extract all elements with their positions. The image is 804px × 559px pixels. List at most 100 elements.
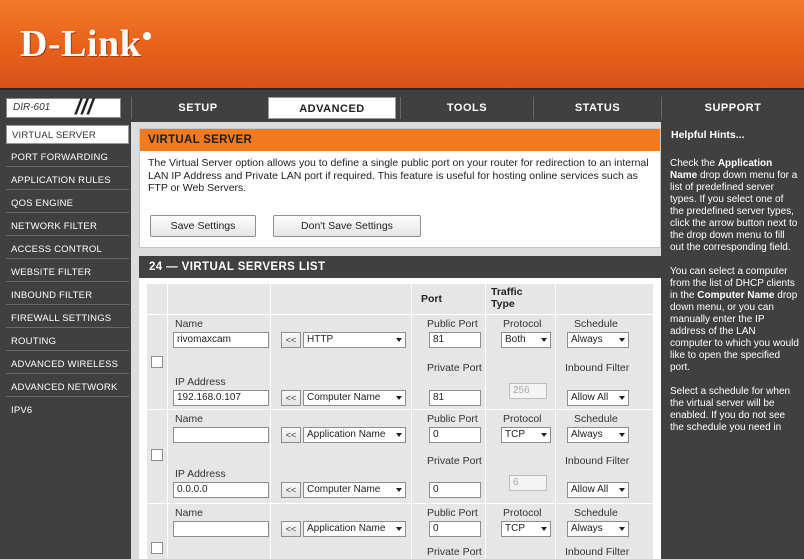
header-type: Type (491, 298, 515, 310)
schedule-label: Schedule (574, 507, 618, 519)
model-badge: DIR-601 /// (6, 94, 121, 119)
chevron-down-icon (541, 338, 547, 342)
inbound-filter-select[interactable]: Allow All (567, 482, 629, 498)
enable-checkbox[interactable] (151, 449, 163, 461)
hint-paragraph: You can select a computer from the list … (670, 266, 799, 373)
sidebar-item-inbound-filter[interactable]: INBOUND FILTER (6, 286, 129, 305)
schedule-select[interactable]: Always (567, 521, 629, 537)
inbound-filter-label: Inbound Filter (565, 362, 630, 374)
sidebar-item-advanced-network[interactable]: ADVANCED NETWORK (6, 378, 129, 397)
sidebar-item-advanced-wireless[interactable]: ADVANCED WIRELESS (6, 355, 129, 374)
chevron-down-icon (541, 527, 547, 531)
panel-description: The Virtual Server option allows you to … (148, 157, 649, 194)
column-divider (555, 284, 556, 559)
hints-body: Check the Application Name drop down men… (670, 158, 800, 446)
public-port-input[interactable]: 0 (429, 521, 481, 537)
private-port-input[interactable]: 81 (429, 390, 481, 406)
hint-paragraph: Check the Application Name drop down men… (670, 158, 798, 253)
virtual-servers-list-panel: 24 — VIRTUAL SERVERS LIST Port Traffic T… (139, 256, 661, 559)
sidebar-item-virtual-server[interactable]: VIRTUAL SERVER (6, 125, 129, 144)
main-content: VIRTUAL SERVER The Virtual Server option… (131, 122, 661, 559)
chevron-down-icon (396, 488, 402, 492)
hints-title: Helpful Hints... (671, 129, 745, 141)
enable-checkbox[interactable] (151, 356, 163, 368)
protocol-select[interactable]: Both (501, 332, 551, 348)
protocol-label: Protocol (503, 318, 542, 330)
computer-name-select[interactable]: Computer Name (303, 482, 406, 498)
protocol-select[interactable]: TCP (501, 427, 551, 443)
tab-setup[interactable]: SETUP (131, 97, 264, 119)
ip-address-input[interactable]: 0.0.0.0 (173, 482, 269, 498)
chevron-down-icon (619, 527, 625, 531)
protocol-number-input: 6 (509, 475, 547, 491)
name-label: Name (175, 318, 204, 330)
dont-save-settings-button[interactable]: Don't Save Settings (273, 215, 421, 237)
tab-advanced[interactable]: ADVANCED (268, 97, 396, 119)
name-input[interactable] (173, 427, 269, 443)
sidebar-item-application-rules[interactable]: APPLICATION RULES (6, 171, 129, 190)
protocol-label: Protocol (503, 507, 542, 519)
inbound-filter-label: Inbound Filter (565, 455, 630, 467)
sidebar-item-firewall-settings[interactable]: FIREWALL SETTINGS (6, 309, 129, 328)
sidebar-item-routing[interactable]: ROUTING (6, 332, 129, 351)
sidebar-item-network-filter[interactable]: NETWORK FILTER (6, 217, 129, 236)
chevron-down-icon (619, 433, 625, 437)
application-name-select[interactable]: HTTP (303, 332, 406, 348)
column-divider (485, 284, 486, 559)
protocol-label: Protocol (503, 413, 542, 425)
panel-title: VIRTUAL SERVER (140, 129, 660, 151)
chevron-down-icon (541, 433, 547, 437)
protocol-number-input: 256 (509, 383, 547, 399)
public-port-label: Public Port (427, 318, 478, 330)
inbound-filter-select[interactable]: Allow All (567, 390, 629, 406)
chevron-down-icon (619, 396, 625, 400)
computer-name-select[interactable]: Computer Name (303, 390, 406, 406)
chevron-down-icon (396, 433, 402, 437)
application-name-select[interactable]: Application Name (303, 427, 406, 443)
schedule-select[interactable]: Always (567, 427, 629, 443)
private-port-label: Private Port (427, 455, 482, 467)
tab-tools[interactable]: TOOLS (400, 97, 533, 119)
private-port-input[interactable]: 0 (429, 482, 481, 498)
name-label: Name (175, 413, 204, 425)
application-name-select[interactable]: Application Name (303, 521, 406, 537)
sidebar-item-ipv6[interactable]: IPV6 (6, 401, 129, 420)
tab-support[interactable]: SUPPORT (661, 97, 804, 119)
header-port: Port (421, 293, 442, 305)
sidebar-item-qos-engine[interactable]: QOS ENGINE (6, 194, 129, 213)
protocol-select[interactable]: TCP (501, 521, 551, 537)
dlink-logo: D-Link (20, 22, 152, 66)
fill-arrow-button[interactable]: << (281, 427, 301, 443)
tab-status[interactable]: STATUS (533, 97, 661, 119)
fill-arrow-button[interactable]: << (281, 332, 301, 348)
column-divider (411, 284, 412, 559)
logo-dot-icon (143, 32, 152, 40)
top-navigation: DIR-601 /// SETUP ADVANCED TOOLS STATUS … (0, 88, 804, 122)
ip-address-label: IP Address (175, 376, 226, 388)
name-label: Name (175, 507, 204, 519)
column-divider (167, 284, 168, 559)
schedule-select[interactable]: Always (567, 332, 629, 348)
fill-arrow-button[interactable]: << (281, 521, 301, 537)
row-divider (147, 314, 653, 315)
ip-address-input[interactable]: 192.168.0.107 (173, 390, 269, 406)
name-input[interactable]: rivomaxcam (173, 332, 269, 348)
sidebar: VIRTUAL SERVER PORT FORWARDING APPLICATI… (0, 122, 131, 559)
enable-checkbox[interactable] (151, 542, 163, 554)
fill-arrow-button[interactable]: << (281, 482, 301, 498)
helpful-hints-panel: Helpful Hints... Check the Application N… (661, 122, 804, 559)
row-divider (147, 503, 653, 504)
row-divider (147, 409, 653, 410)
chevron-down-icon (396, 338, 402, 342)
public-port-input[interactable]: 0 (429, 427, 481, 443)
sidebar-item-access-control[interactable]: ACCESS CONTROL (6, 240, 129, 259)
name-input[interactable] (173, 521, 269, 537)
fill-arrow-button[interactable]: << (281, 390, 301, 406)
public-port-input[interactable]: 81 (429, 332, 481, 348)
save-settings-button[interactable]: Save Settings (150, 215, 256, 237)
schedule-label: Schedule (574, 413, 618, 425)
hint-paragraph: Select a schedule for when the virtual s… (670, 386, 791, 433)
sidebar-item-website-filter[interactable]: WEBSITE FILTER (6, 263, 129, 282)
sidebar-item-port-forwarding[interactable]: PORT FORWARDING (6, 148, 129, 167)
list-title: 24 — VIRTUAL SERVERS LIST (139, 256, 661, 278)
